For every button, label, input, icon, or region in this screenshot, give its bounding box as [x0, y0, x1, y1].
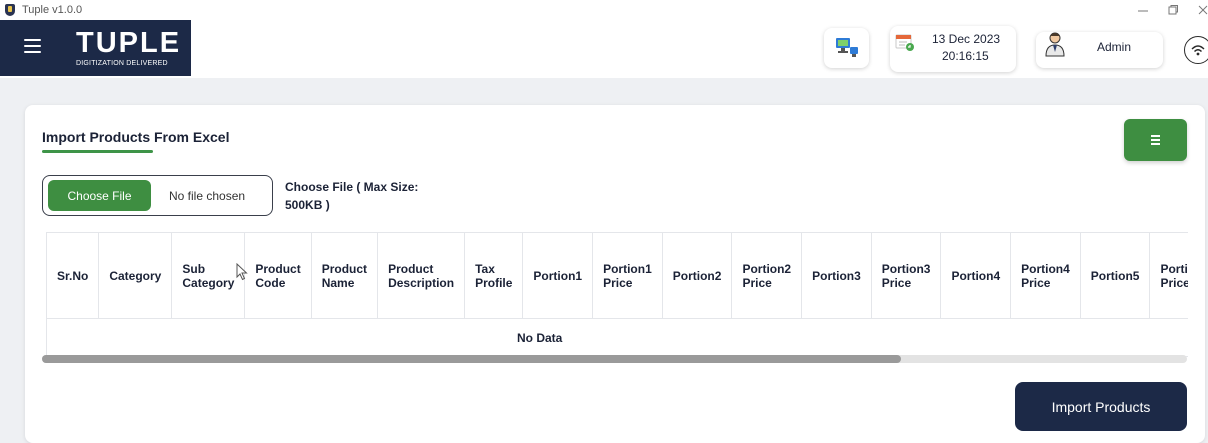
import-products-button[interactable]: Import Products [1015, 382, 1187, 431]
no-data-text: No Data [46, 318, 1188, 357]
column-header: Tax Profile [464, 232, 524, 319]
import-card: Import Products From Excel Choose File N… [25, 105, 1205, 443]
column-header: Portion5 [1079, 232, 1151, 319]
column-header: Portion1 Price [592, 232, 663, 319]
connection-status-button[interactable] [1184, 36, 1208, 64]
column-header: Portion5 Price [1149, 232, 1188, 319]
choose-file-button[interactable]: Choose File [48, 180, 151, 211]
window-titlebar: Tuple v1.0.0 [0, 0, 1208, 20]
brand-panel: TUPLE DIGITIZATION DELIVERED [0, 20, 191, 76]
user-menu[interactable]: Admin [1036, 32, 1163, 68]
network-monitor-button[interactable] [824, 28, 869, 68]
empty-row: No Data [46, 318, 1188, 357]
user-name: Admin [1097, 40, 1132, 54]
column-header: Portion2 Price [731, 232, 803, 319]
logo-tagline: DIGITIZATION DELIVERED [76, 60, 168, 67]
network-monitor-icon [835, 38, 858, 57]
products-table-container[interactable]: Sr.No Category Sub Category Product Code Pro… [46, 232, 1188, 358]
file-input[interactable]: Choose File No file chosen [42, 175, 273, 216]
file-status: No file chosen [169, 189, 246, 203]
column-header: Portion1 [522, 232, 594, 319]
scrollbar-thumb[interactable] [42, 355, 901, 363]
products-table: Sr.No Category Sub Category Product Code Pro… [46, 232, 1188, 357]
file-size-hint: Choose File ( Max Size: 500KB ) [285, 180, 419, 212]
page-title: Import Products From Excel [42, 129, 230, 145]
menu-icon [1151, 135, 1160, 147]
app-header: TUPLE DIGITIZATION DELIVERED 13 Dec 2023… [0, 20, 1208, 78]
hamburger-icon[interactable] [24, 39, 41, 53]
horizontal-scrollbar[interactable] [42, 355, 1187, 363]
datetime-widget: 13 Dec 2023 20:16:15 [890, 26, 1016, 72]
restore-icon[interactable] [1158, 0, 1188, 20]
app-icon [5, 4, 15, 16]
window-title: Tuple v1.0.0 [22, 4, 83, 16]
column-header: Product Name [310, 232, 379, 319]
table-header-row: Sr.No Category Sub Category Product Code Pro… [46, 232, 1188, 319]
column-header: Product Description [377, 232, 466, 319]
calendar-icon [895, 34, 914, 51]
minimize-icon[interactable] [1128, 0, 1158, 20]
close-icon[interactable] [1188, 0, 1208, 20]
column-header: Product Code [244, 232, 312, 319]
column-header: Portion3 [801, 232, 872, 319]
column-header: Sub Category [171, 232, 246, 319]
column-header: Sr.No [46, 232, 100, 319]
column-header: Portion4 Price [1010, 232, 1081, 319]
column-header: Portion4 [940, 232, 1012, 319]
current-date: 13 Dec 2023 [932, 32, 1001, 46]
logo-text: TUPLE [76, 27, 182, 59]
options-menu-button[interactable] [1124, 119, 1187, 161]
wifi-icon [1191, 45, 1205, 56]
mouse-cursor-icon [236, 263, 248, 281]
current-time: 20:16:15 [942, 49, 989, 63]
user-avatar-icon [1045, 32, 1065, 57]
column-header: Category [98, 232, 173, 319]
column-header: Portion3 Price [870, 232, 942, 319]
column-header: Portion2 [661, 232, 733, 319]
title-underline [42, 150, 153, 153]
